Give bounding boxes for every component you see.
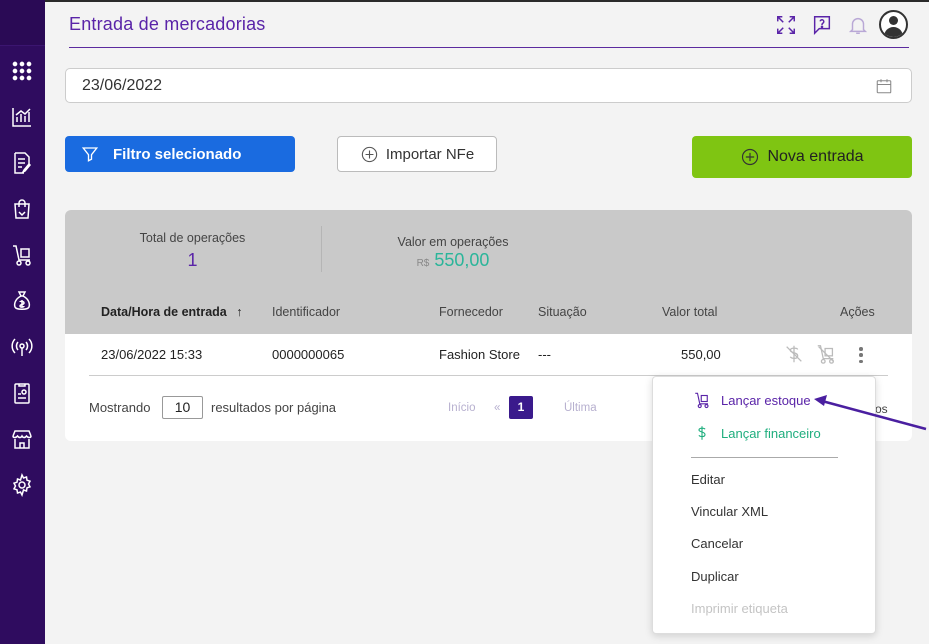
user-avatar-icon[interactable]: [879, 10, 908, 39]
row-supplier: Fashion Store: [439, 347, 520, 362]
total-value: R$ 550,00: [381, 250, 525, 271]
new-entry-button[interactable]: Nova entrada: [692, 136, 912, 178]
filter-selected-label: Filtro selecionado: [113, 145, 242, 163]
import-nfe-label: Importar NFe: [385, 145, 475, 163]
row-actions-menu-button[interactable]: [854, 345, 868, 365]
column-header-actions: Ações: [840, 305, 875, 319]
filter-selected-button[interactable]: Filtro selecionado: [65, 136, 295, 172]
pagination-last[interactable]: Última: [564, 402, 597, 414]
row-status: ---: [538, 347, 551, 362]
sort-up-icon[interactable]: ↑: [236, 305, 242, 319]
broadcast-icon[interactable]: [8, 333, 36, 361]
page-title: Entrada de mercadorias: [69, 14, 266, 34]
per-page-suffix: resultados por página: [211, 400, 337, 415]
money-bag-icon[interactable]: [8, 287, 36, 315]
dollar-disabled-icon[interactable]: [783, 343, 805, 365]
date-filter-field[interactable]: 23/06/2022: [65, 68, 912, 103]
plus-circle-icon: [361, 146, 377, 162]
calendar-icon[interactable]: [875, 77, 893, 95]
total-operations-label: Total de operações: [139, 231, 246, 245]
bell-icon[interactable]: [845, 12, 871, 38]
annotation-arrow: [814, 395, 927, 431]
chart-icon[interactable]: [8, 103, 36, 131]
pagination-current-page[interactable]: 1: [509, 396, 533, 419]
page-header: Entrada de mercadorias: [69, 10, 909, 48]
new-entry-label: Nova entrada: [767, 148, 864, 165]
settings-gear-icon[interactable]: [8, 471, 36, 499]
currency-symbol: R$: [416, 258, 430, 269]
column-header-id[interactable]: Identificador: [272, 305, 340, 319]
column-header-supplier[interactable]: Fornecedor: [439, 305, 503, 319]
pagination-prev[interactable]: «: [494, 402, 500, 414]
menu-item-launch-finance[interactable]: Lançar financeiro: [721, 426, 821, 441]
row-date: 23/06/2022 15:33: [101, 347, 203, 362]
total-value-label: Valor em operações: [397, 235, 509, 249]
dollar-icon: [693, 424, 711, 442]
total-operations-value: 1: [187, 250, 198, 270]
menu-item-duplicate[interactable]: Duplicar: [691, 569, 739, 584]
hand-truck-icon[interactable]: [8, 241, 36, 269]
hand-truck-icon: [693, 391, 711, 409]
menu-item-launch-stock[interactable]: Lançar estoque: [721, 393, 811, 408]
column-header-status[interactable]: Situação: [538, 305, 587, 319]
import-nfe-button[interactable]: Importar NFe: [337, 136, 497, 172]
shopping-bag-icon[interactable]: [8, 195, 36, 223]
date-filter-value: 23/06/2022: [82, 77, 163, 94]
plus-circle-icon: [742, 148, 759, 166]
menu-divider: [691, 457, 838, 458]
row-id: 0000000065: [272, 347, 345, 362]
filter-icon: [81, 147, 99, 162]
per-page-select[interactable]: 10: [162, 396, 203, 419]
store-icon[interactable]: [8, 425, 36, 453]
summary-divider: [321, 226, 322, 272]
menu-item-edit[interactable]: Editar: [691, 472, 725, 487]
column-header-total[interactable]: Valor total: [662, 305, 717, 319]
pagination-first[interactable]: Início: [448, 402, 476, 414]
top-border: [45, 0, 929, 2]
sidebar-top: [0, 0, 45, 46]
document-edit-icon[interactable]: [8, 149, 36, 177]
report-icon[interactable]: [8, 379, 36, 407]
sidebar: [0, 0, 45, 644]
menu-item-cancel[interactable]: Cancelar: [691, 536, 743, 551]
column-header-date[interactable]: Data/Hora de entrada ↑: [101, 305, 242, 319]
total-value-amount: 550,00: [434, 250, 490, 270]
showing-label: Mostrando: [89, 400, 151, 415]
hand-truck-disabled-icon[interactable]: [815, 343, 837, 365]
menu-item-link-xml[interactable]: Vincular XML: [691, 504, 768, 519]
menu-item-print-label[interactable]: Imprimir etiqueta: [691, 601, 788, 616]
fullscreen-icon[interactable]: [773, 12, 799, 38]
help-chat-icon[interactable]: [809, 12, 835, 38]
apps-grid-icon[interactable]: [8, 57, 36, 85]
row-total: 550,00: [681, 347, 721, 362]
